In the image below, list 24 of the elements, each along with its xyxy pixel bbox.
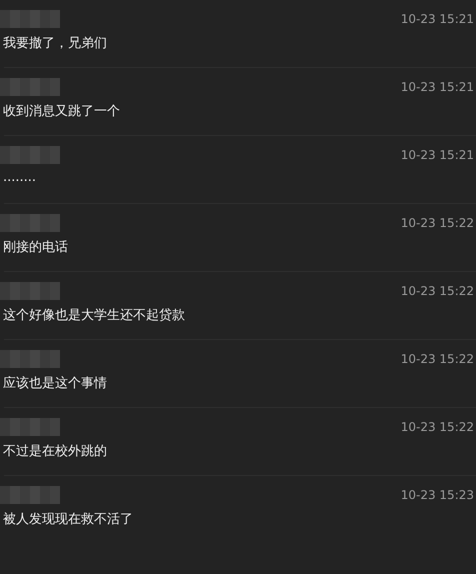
blurred-name (0, 486, 60, 504)
message-text: 刚接的电话 (3, 239, 69, 256)
message-time: 10-23 15:22 (400, 284, 474, 298)
message-text: ........ (3, 170, 38, 185)
blurred-name (0, 78, 60, 96)
message-time: 10-23 15:21 (400, 80, 474, 94)
message-text: 这个好像也是大学生还不起贷款 (3, 307, 186, 324)
blurred-name (0, 350, 60, 368)
blurred-name (0, 146, 60, 164)
message-text: 不过是在校外跳的 (3, 443, 108, 460)
message-time: 10-23 15:22 (400, 216, 474, 230)
message-time: 10-23 15:22 (400, 420, 474, 434)
message-time: 10-23 15:21 (400, 12, 474, 26)
message-text: 应该也是这个事情 (3, 375, 108, 392)
message-text: 我要撤了，兄弟们 (3, 35, 108, 52)
blurred-name (0, 214, 60, 232)
blurred-name (0, 10, 60, 28)
blurred-name (0, 282, 60, 300)
message-time: 10-23 15:23 (400, 488, 474, 502)
blurred-name (0, 418, 60, 436)
message-text: 被人发现现在救不活了 (3, 511, 134, 528)
message-text: 收到消息又跳了一个 (3, 103, 121, 120)
message-time: 10-23 15:22 (400, 352, 474, 366)
message-time: 10-23 15:21 (400, 148, 474, 162)
